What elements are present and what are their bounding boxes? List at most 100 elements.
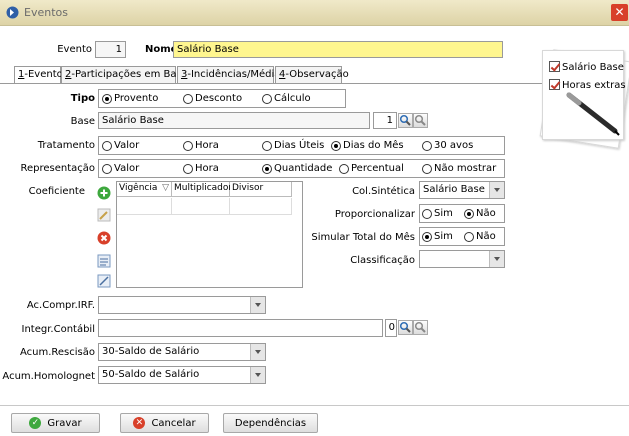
integr-contabil-field[interactable] [98, 319, 383, 337]
radio-indicator [464, 231, 474, 242]
chevron-down-icon[interactable] [489, 182, 504, 198]
search-icon [399, 321, 411, 333]
chevron-down-icon[interactable] [250, 344, 265, 360]
tratamento-dias-mes-radio[interactable]: Dias do Mês [331, 140, 404, 151]
tab-participacoes[interactable]: 2-Participações em Bases [61, 66, 193, 83]
column-label: Vigência [119, 183, 158, 193]
export-icon[interactable] [97, 274, 111, 288]
search-icon [399, 114, 411, 126]
chevron-down-icon[interactable] [250, 297, 265, 313]
representacao-hora-radio[interactable]: Hora [183, 163, 219, 174]
tipo-provento-radio[interactable]: Provento [102, 93, 158, 104]
radio-label: Hora [195, 163, 219, 174]
chevron-down-icon[interactable] [489, 251, 504, 267]
ac-compr-select[interactable] [98, 296, 266, 314]
radio-label: Não [476, 231, 496, 242]
grid-cell[interactable] [117, 198, 172, 215]
classificacao-select[interactable] [419, 250, 505, 268]
tab-divider [0, 83, 629, 84]
dependencias-button[interactable]: Dependências [223, 413, 318, 433]
app-icon [6, 6, 19, 19]
cancel-icon: ✕ [133, 417, 146, 429]
chevron-down-icon[interactable] [250, 367, 265, 383]
representacao-percentual-radio[interactable]: Percentual [339, 163, 404, 174]
acum-homolognet-label: Acum.Homolognet [2, 371, 95, 382]
grid-header-multiplicador[interactable]: Multiplicador [172, 182, 232, 197]
proporcionalizar-group: Sim Não [419, 204, 505, 223]
tipo-calculo-radio[interactable]: Cálculo [262, 93, 311, 104]
notepad-illustration: Salário Base Horas extras [542, 50, 626, 140]
simular-label: Simular Total do Mês [311, 232, 415, 243]
representacao-quantidade-radio[interactable]: Quantidade [262, 163, 332, 174]
window-title: Eventos [24, 6, 68, 19]
select-value: 30-Saldo de Salário [102, 346, 200, 357]
representacao-valor-radio[interactable]: Valor [102, 163, 139, 174]
grid-cell[interactable] [172, 198, 230, 215]
proporcionalizar-nao-radio[interactable]: Não [464, 208, 496, 219]
gravar-button[interactable]: ✓ Gravar [11, 413, 100, 433]
simular-sim-radio[interactable]: Sim [422, 231, 453, 242]
radio-label: Não mostrar [434, 163, 497, 174]
grid-header-divisor[interactable]: Divisor [230, 182, 292, 197]
radio-indicator [422, 208, 432, 219]
tratamento-valor-radio[interactable]: Valor [102, 140, 139, 151]
radio-label: Hora [195, 140, 219, 151]
copy-icon[interactable] [97, 254, 111, 268]
col-sintetica-select[interactable]: Salário Base [419, 181, 505, 199]
tab-label: -Evento [24, 69, 63, 80]
radio-indicator [262, 93, 272, 104]
radio-label: Provento [114, 93, 159, 104]
radio-indicator [102, 163, 112, 174]
grid-header-vigencia[interactable]: Vigência ▽ [117, 182, 172, 197]
simular-nao-radio[interactable]: Não [464, 231, 496, 242]
radio-indicator [339, 163, 349, 174]
base-lookup-button[interactable] [413, 113, 428, 128]
tab-label: -Participações em Bases [71, 69, 194, 80]
close-button[interactable]: ✕ [611, 4, 628, 21]
radio-indicator [331, 140, 341, 151]
integr-lookup-button[interactable] [413, 320, 428, 335]
proporcionalizar-sim-radio[interactable]: Sim [422, 208, 453, 219]
cancelar-button[interactable]: ✕ Cancelar [120, 413, 209, 433]
base-label: Base [70, 116, 95, 127]
radio-indicator [262, 163, 272, 174]
tipo-desconto-radio[interactable]: Desconto [183, 93, 242, 104]
tratamento-dias-uteis-radio[interactable]: Dias Úteis [262, 140, 324, 151]
tab-observacao[interactable]: 4-Observação [275, 66, 349, 83]
base-code-field[interactable]: 1 [373, 112, 397, 129]
base-search-button[interactable] [398, 113, 413, 128]
coeficiente-grid[interactable]: Vigência ▽ Multiplicador Divisor [116, 181, 303, 288]
delete-icon[interactable] [97, 231, 111, 245]
integr-code-field[interactable]: 0 [385, 319, 397, 337]
grid-cell[interactable] [230, 198, 292, 215]
eventos-window: Eventos ✕ Evento 1 Nome Salário Base 1-E… [0, 0, 629, 436]
acum-homolognet-select[interactable]: 50-Saldo de Salário [98, 366, 266, 384]
acum-rescisao-select[interactable]: 30-Saldo de Salário [98, 343, 266, 361]
evento-number-field[interactable]: 1 [95, 41, 126, 58]
nome-input[interactable]: Salário Base [173, 41, 503, 58]
integr-search-button[interactable] [398, 320, 413, 335]
tipo-label: Tipo [70, 93, 95, 104]
representacao-nao-mostrar-radio[interactable]: Não mostrar [422, 163, 496, 174]
tratamento-30avos-radio[interactable]: 30 avos [422, 140, 473, 151]
notepad-item-2: Horas extras [549, 79, 626, 91]
proporcionalizar-label: Proporcionalizar [334, 209, 415, 220]
tab-incidencias[interactable]: 3-Incidências/Médias [177, 66, 286, 83]
tratamento-label: Tratamento [37, 140, 95, 151]
edit-icon[interactable] [97, 208, 111, 222]
radio-label: Cálculo [274, 93, 311, 104]
radio-indicator [183, 140, 193, 151]
radio-indicator [422, 140, 432, 151]
base-field[interactable]: Salário Base [98, 112, 370, 129]
radio-label: Dias Úteis [274, 140, 325, 151]
add-icon[interactable] [97, 186, 111, 200]
pen-icon [566, 92, 620, 136]
button-label: Gravar [47, 417, 82, 429]
radio-label: Não [476, 208, 496, 219]
radio-label: 30 avos [434, 140, 474, 151]
tab-evento[interactable]: 1-Evento [14, 66, 63, 84]
radio-label: Valor [114, 140, 140, 151]
checkbox-checked-icon [549, 79, 560, 90]
radio-indicator [422, 163, 432, 174]
tratamento-hora-radio[interactable]: Hora [183, 140, 219, 151]
